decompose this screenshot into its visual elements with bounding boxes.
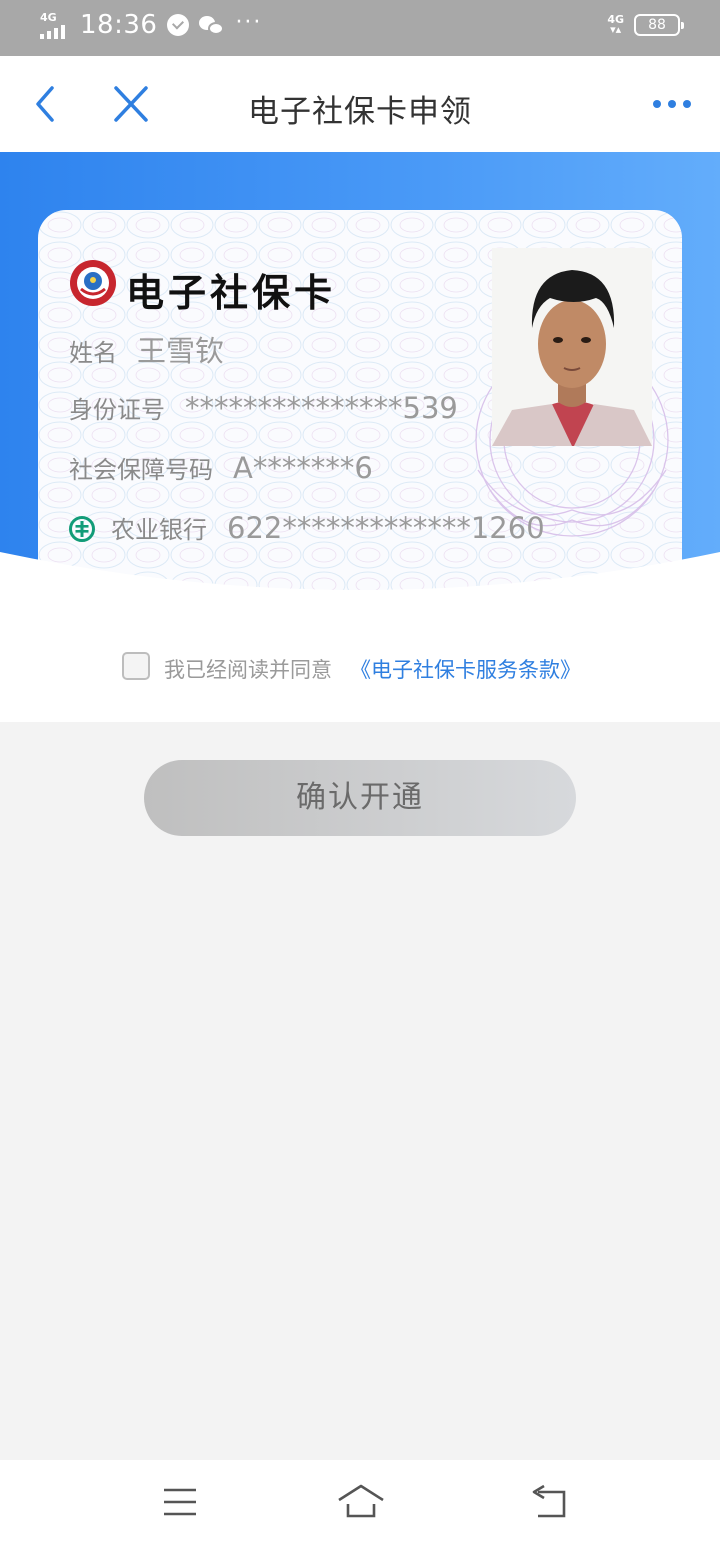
social-security-emblem-icon: [70, 260, 116, 306]
agreement-text: 我已经阅读并同意: [164, 658, 332, 682]
name-value: 王雪钦: [137, 334, 225, 368]
name-label: 姓名: [69, 339, 117, 367]
name-row: 姓名 王雪钦: [69, 328, 224, 370]
more-icon[interactable]: [652, 92, 692, 116]
network-type-right: 4G ▾▴: [607, 13, 624, 36]
network-type-left: 4G: [40, 11, 57, 24]
terms-link[interactable]: 《电子社保卡服务条款》: [350, 654, 581, 684]
nav-bar: 电子社保卡申领: [0, 56, 720, 152]
social-security-card: 电子社保卡 姓名 王雪钦 身份证号 ***************539 社会保障号…: [38, 210, 682, 590]
status-bar: 4G 18:36 ··· 4G ▾▴ 88: [0, 0, 720, 56]
bank-card-value: 622*************1260: [227, 511, 545, 545]
wechat-icon: [199, 14, 225, 36]
confirm-activate-button[interactable]: 确认开通: [144, 760, 576, 836]
ss-number-label: 社会保障号码: [69, 456, 213, 484]
check-circle-icon: [167, 14, 190, 36]
card-title: 电子社保卡: [126, 270, 337, 315]
bank-row: 农业银行 622*************1260: [69, 510, 545, 545]
system-navigation-bar: [0, 1460, 720, 1544]
back-system-icon[interactable]: [528, 1482, 572, 1522]
id-row: 身份证号 ***************539: [69, 390, 458, 425]
battery-icon: 88: [634, 14, 684, 36]
ss-number-row: 社会保障号码 A*******6: [69, 450, 373, 485]
id-label: 身份证号: [69, 396, 165, 424]
page-title: 电子社保卡申领: [248, 94, 472, 130]
home-icon[interactable]: [336, 1482, 386, 1522]
id-value: ***************539: [185, 391, 458, 425]
bank-label: 农业银行: [111, 516, 207, 544]
agreement-section: 我已经阅读并同意 《电子社保卡服务条款》: [0, 600, 720, 722]
signal-icon: 4G: [38, 11, 70, 39]
abc-bank-logo-icon: [69, 516, 95, 542]
status-more: ···: [235, 9, 263, 35]
agreement-checkbox[interactable]: [122, 652, 150, 680]
id-photo: [492, 248, 652, 446]
status-time: 18:36: [80, 10, 158, 40]
menu-icon[interactable]: [158, 1482, 202, 1522]
ss-number-value: A*******6: [233, 451, 373, 485]
